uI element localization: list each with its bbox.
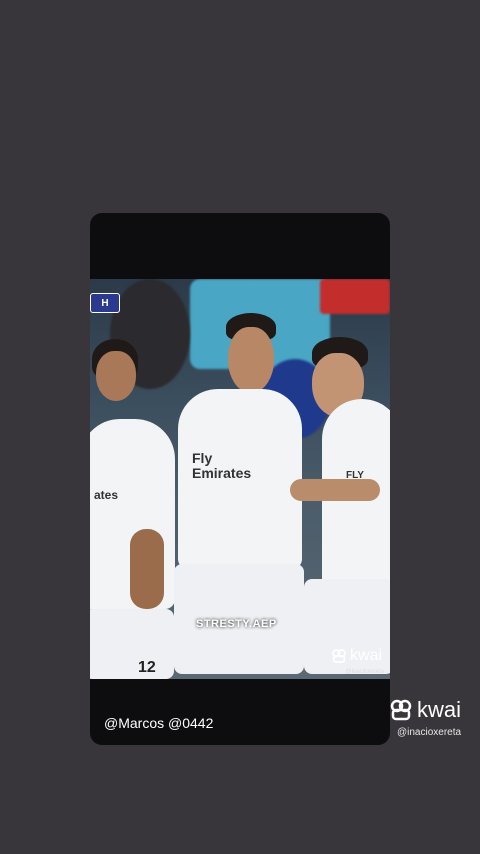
caption-text: @Marcos @0442 (104, 715, 214, 731)
center-player-sponsor: Fly Emirates (192, 450, 252, 481)
video-card[interactable]: H ates 12 Fly Emirates FLY EMIR STRESTY.… (90, 213, 390, 745)
screen: { "video": { "overlay_text": "STRESTY.AE… (0, 0, 480, 854)
kwai-icon (332, 649, 346, 663)
right-player-arm (290, 479, 380, 501)
left-player-number: 12 (138, 659, 156, 676)
center-player-head (228, 327, 274, 393)
left-player-head (96, 351, 136, 401)
kwai-handle: @inacioxereta (397, 727, 462, 738)
video-kwai-handle: @inacioxereta (345, 669, 384, 675)
kwai-brand: kwai (417, 697, 462, 722)
video-frame[interactable]: H ates 12 Fly Emirates FLY EMIR STRESTY.… (90, 279, 390, 679)
left-player-shorts (90, 609, 174, 679)
kwai-watermark: kwai (389, 697, 461, 723)
left-player-sponsor: ates (94, 488, 119, 502)
left-player-arm (130, 529, 164, 609)
video-kwai-brand: kwai (349, 647, 382, 664)
kwai-icon (390, 699, 412, 721)
video-kwai-watermark: kwai (331, 647, 382, 665)
video-overlay-text: STRESTY.AEP (196, 618, 277, 630)
channel-badge: H (90, 293, 120, 313)
crowd-red (320, 279, 390, 314)
